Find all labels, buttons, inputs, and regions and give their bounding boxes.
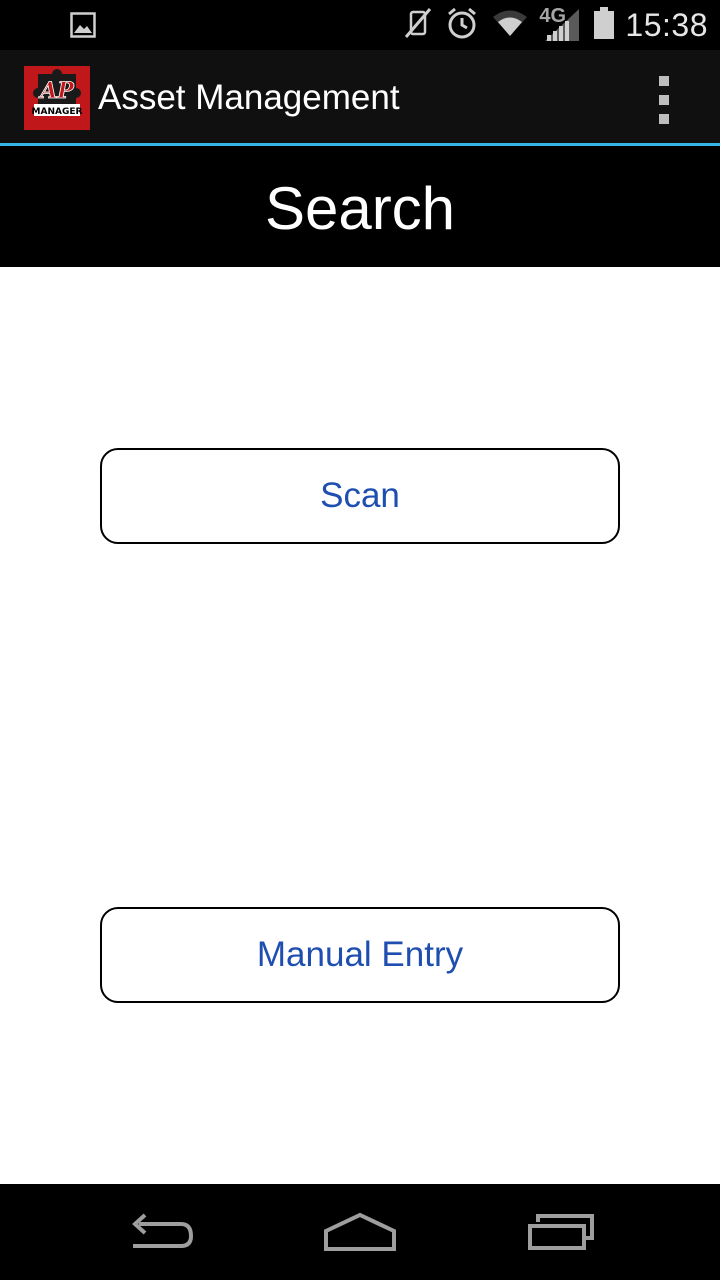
status-bar: 4G 15:38 bbox=[0, 0, 720, 50]
app-title: Asset Management bbox=[98, 78, 400, 117]
page-title: Search bbox=[264, 174, 456, 242]
vibrate-mute-icon bbox=[403, 7, 433, 44]
lte-signal-icon: 4G bbox=[539, 5, 581, 43]
battery-icon bbox=[593, 6, 615, 45]
wifi-icon bbox=[491, 8, 529, 43]
svg-text:MANAGER: MANAGER bbox=[32, 107, 83, 117]
navigation-bar bbox=[0, 1184, 720, 1280]
manual-entry-button[interactable]: Manual Entry bbox=[100, 907, 620, 1003]
app-logo-icon[interactable]: AP MANAGER bbox=[24, 66, 90, 130]
overflow-dot bbox=[659, 76, 669, 86]
svg-text:AP: AP bbox=[38, 78, 75, 104]
overflow-menu-icon[interactable] bbox=[648, 76, 680, 124]
page-header: Search bbox=[0, 146, 720, 267]
scan-button[interactable]: Scan bbox=[100, 448, 620, 544]
network-type-label: 4G bbox=[539, 5, 567, 27]
back-icon[interactable] bbox=[115, 1202, 205, 1262]
overflow-dot bbox=[659, 114, 669, 124]
status-clock: 15:38 bbox=[625, 6, 708, 43]
recents-icon[interactable] bbox=[517, 1202, 607, 1262]
status-icons: 4G 15:38 bbox=[391, 0, 708, 50]
home-icon[interactable] bbox=[315, 1202, 405, 1262]
action-bar: AP MANAGER Asset Management bbox=[0, 50, 720, 143]
gallery-icon bbox=[70, 12, 96, 38]
alarm-icon bbox=[445, 6, 479, 45]
overflow-dot bbox=[659, 95, 669, 105]
screen: 4G 15:38 AP MANAGER Asset Management Sea… bbox=[0, 0, 720, 1280]
